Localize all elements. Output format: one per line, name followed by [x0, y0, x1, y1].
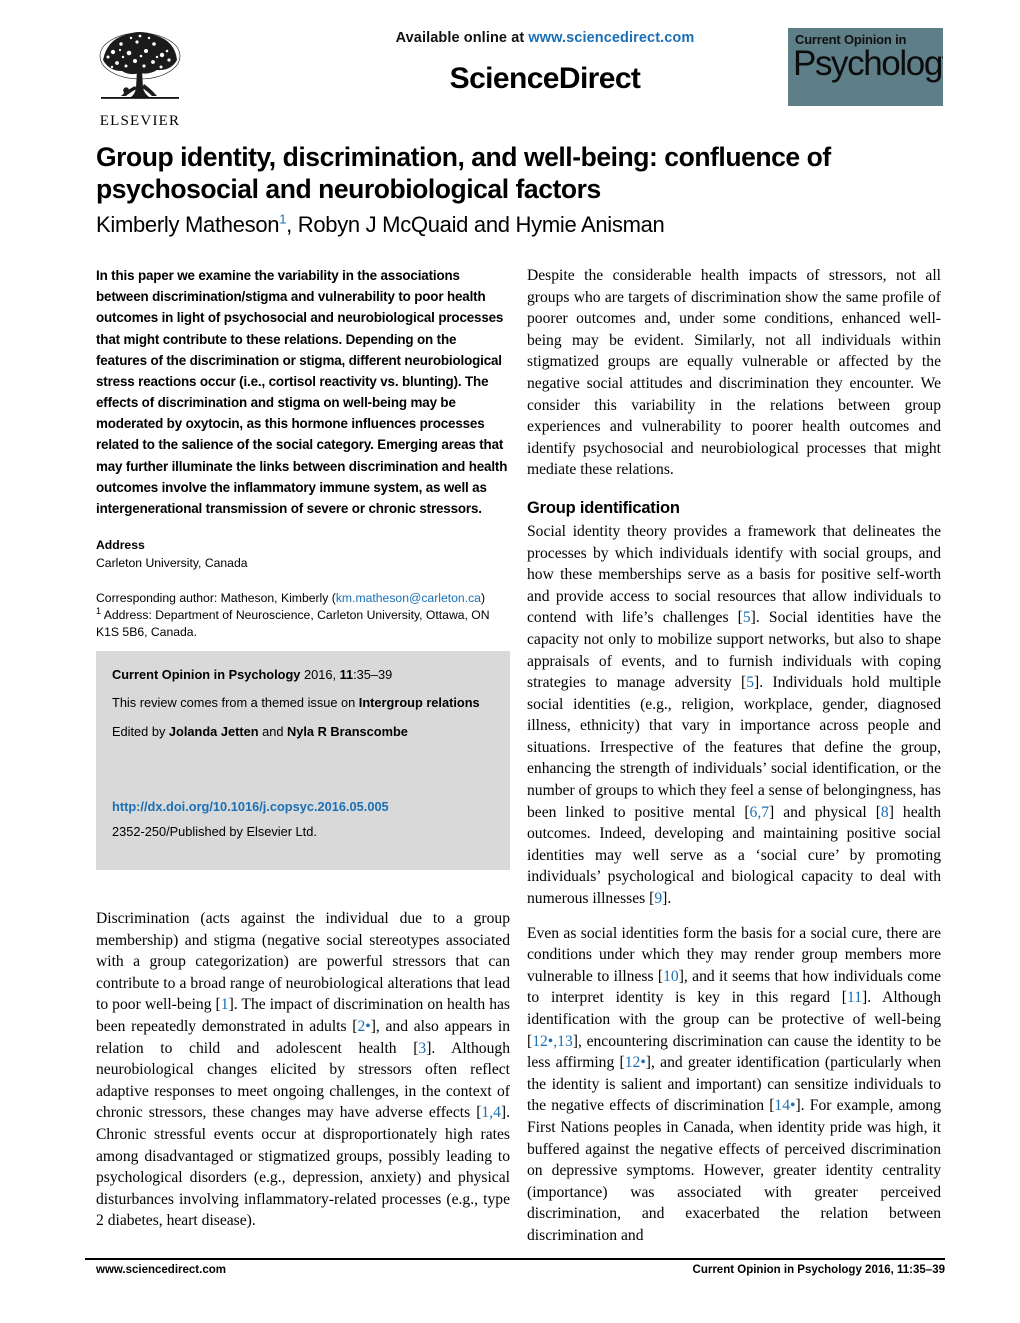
- citation-ref[interactable]: 1,4: [481, 1104, 501, 1121]
- footer-journal-name: Current Opinion in Psychology: [692, 1264, 862, 1276]
- edited-by-line: Edited by Jolanda Jetten and Nyla R Bran…: [112, 724, 494, 739]
- citation-ref[interactable]: 5: [743, 609, 751, 626]
- citation-ref[interactable]: 12•: [625, 1054, 646, 1071]
- doi-link[interactable]: http://dx.doi.org/10.1016/j.copsyc.2016.…: [112, 799, 389, 814]
- section-heading-group-identification: Group identification: [527, 498, 680, 517]
- paragraph-social-identity-theory: Social identity theory provides a framew…: [527, 521, 941, 910]
- elsevier-tree-icon: [99, 32, 181, 99]
- journal-citation-line: Current Opinion in Psychology 2016, 11:3…: [112, 667, 494, 682]
- citation-ref[interactable]: 9: [654, 890, 662, 907]
- para-seg: ].: [662, 890, 672, 908]
- paragraph-intro: Discrimination (acts against the individ…: [96, 908, 510, 1232]
- journal-year: 2016,: [300, 667, 340, 682]
- footer-website-link[interactable]: www.sciencedirect.com: [96, 1264, 226, 1276]
- abstract-text: In this paper we examine the variability…: [96, 268, 508, 516]
- article-page: ELSEVIER Available online at www.science…: [0, 0, 1020, 1323]
- citation-ref[interactable]: 10: [663, 968, 679, 985]
- masthead: ELSEVIER Available online at www.science…: [85, 22, 945, 134]
- para-seg: ]. Individuals hold multiple social iden…: [527, 674, 942, 821]
- journal-volume: 11: [339, 667, 354, 682]
- header-divider: [85, 137, 945, 138]
- author-list: Kimberly Matheson1, Robyn J McQuaid and …: [96, 212, 941, 238]
- address-heading: Address: [96, 538, 145, 553]
- corresponding-email-link[interactable]: km.matheson@carleton.ca: [336, 591, 481, 605]
- editor-joiner: and: [258, 723, 287, 739]
- themed-issue-prefix: This review comes from a themed issue on: [112, 695, 359, 711]
- elsevier-wordmark: ELSEVIER: [99, 113, 181, 129]
- citation-ref[interactable]: 8: [881, 804, 889, 821]
- paragraph-social-cure: Even as social identities form the basis…: [527, 923, 941, 1247]
- citation-ref[interactable]: 2•: [357, 1018, 370, 1035]
- left-column-meta: In this paper we examine the variability…: [96, 265, 510, 642]
- journal-logo-badge: Current Opinion in Psychology: [788, 28, 943, 106]
- journal-name: Current Opinion in Psychology: [112, 667, 301, 682]
- left-body-column: Discrimination (acts against the individ…: [96, 908, 510, 1232]
- available-online-prefix: Available online at: [395, 30, 529, 46]
- journal-pages: :35–39: [353, 667, 393, 682]
- journal-badge-line2: Psychology: [793, 44, 943, 83]
- journal-info-box: Current Opinion in Psychology 2016, 11:3…: [96, 651, 510, 870]
- corresponding-author-block: Corresponding author: Matheson, Kimberly…: [96, 590, 510, 642]
- title-block: Group identity, discrimination, and well…: [96, 142, 941, 238]
- citation-ref[interactable]: 6,7: [750, 804, 770, 821]
- citation-ref[interactable]: 12•,13: [532, 1033, 573, 1050]
- page-title: Group identity, discrimination, and well…: [96, 142, 831, 204]
- footer-citation-detail: 2016, 11:35–39: [861, 1264, 945, 1276]
- footer-citation: Current Opinion in Psychology 2016, 11:3…: [693, 1264, 945, 1276]
- corresponding-suffix: ): [480, 590, 486, 605]
- para-seg: ] and physical [: [769, 803, 881, 821]
- address-footnote-text: Address: Department of Neuroscience, Car…: [96, 607, 490, 640]
- edited-by-prefix: Edited by: [112, 723, 169, 739]
- right-body-column: Despite the considerable health impacts …: [527, 265, 941, 1247]
- available-online-line: Available online at www.sciencedirect.co…: [285, 30, 805, 46]
- corresponding-prefix: Corresponding author: Matheson, Kimberly…: [96, 590, 336, 605]
- themed-issue-line: This review comes from a themed issue on…: [112, 695, 494, 710]
- citation-ref[interactable]: 1: [221, 996, 229, 1013]
- themed-issue-name: Intergroup relations: [358, 695, 480, 711]
- citation-ref[interactable]: 11: [847, 989, 862, 1006]
- sciencedirect-url-link[interactable]: www.sciencedirect.com: [528, 30, 694, 46]
- footer-divider: [85, 1258, 945, 1260]
- paragraph-variability: Despite the considerable health impacts …: [527, 267, 941, 479]
- sciencedirect-block: Available online at www.sciencedirect.co…: [285, 30, 805, 96]
- address-affiliation: Carleton University, Canada: [96, 556, 248, 571]
- author-1: Kimberly Matheson: [96, 211, 280, 237]
- elsevier-logo: ELSEVIER: [85, 26, 195, 138]
- page-footer: www.sciencedirect.com Current Opinion in…: [85, 1264, 945, 1284]
- para-seg: ]. For example, among First Nations peop…: [527, 1097, 942, 1244]
- editor-2: Nyla R Branscombe: [287, 723, 408, 739]
- para-seg: ]. Chronic stressful events occur at dis…: [96, 1104, 510, 1230]
- citation-ref[interactable]: 14•: [774, 1097, 795, 1114]
- citation-ref[interactable]: 5: [746, 674, 754, 691]
- editor-1: Jolanda Jetten: [168, 723, 259, 739]
- author-rest: , Robyn J McQuaid and Hymie Anisman: [286, 211, 665, 237]
- sciencedirect-logo: ScienceDirect: [449, 62, 641, 95]
- issn-publisher-line: 2352-250/Published by Elsevier Ltd.: [112, 824, 317, 839]
